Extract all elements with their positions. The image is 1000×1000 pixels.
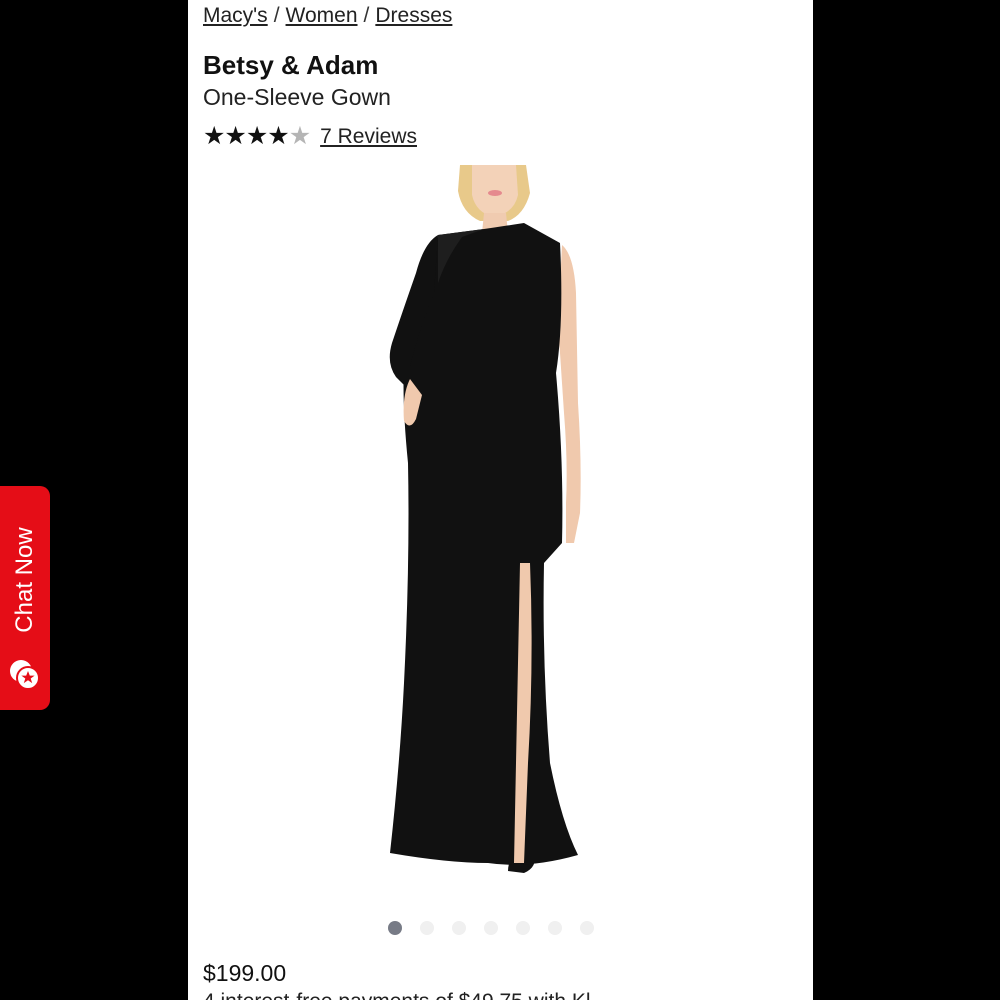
model-in-gown-image [389,165,581,873]
star-icon: ★ [267,122,289,150]
star-outline-icon: ★ [288,122,311,150]
breadcrumb-link-dresses[interactable]: Dresses [375,4,452,27]
carousel-dot[interactable] [452,921,466,935]
carousel-dot[interactable] [420,921,434,935]
image-carousel-indicators [388,921,594,935]
breadcrumb-separator: / [273,4,280,27]
product-image[interactable] [338,163,638,883]
star-icon: ★ [224,122,246,150]
carousel-dot[interactable] [516,921,530,935]
product-title: One-Sleeve Gown [203,84,391,110]
carousel-dot[interactable] [484,921,498,935]
breadcrumb-separator: / [363,4,370,27]
carousel-dot[interactable] [580,921,594,935]
rating-summary: ★ ★ ★ ★ ★ 7 Reviews [203,124,417,149]
installment-info: 4 interest-free payments of $49.75 with … [203,990,591,1000]
brand-name[interactable]: Betsy & Adam [203,50,378,81]
star-rating: ★ ★ ★ ★ ★ [203,122,311,150]
chat-now-label: Chat Now [11,527,38,633]
chat-now-button[interactable]: Chat Now [0,486,50,710]
breadcrumb-link-macys[interactable]: Macy's [203,4,268,27]
breadcrumb-link-women[interactable]: Women [286,4,358,27]
product-page: Macy's / Women / Dresses Betsy & Adam One-Sl… [188,0,813,1000]
star-icon: ★ [245,122,268,150]
chat-bubble-star-icon [10,660,40,690]
product-price: $199.00 [203,960,287,986]
carousel-dot[interactable] [548,921,562,935]
reviews-link[interactable]: 7 Reviews [320,125,417,149]
carousel-dot[interactable] [388,921,402,935]
breadcrumb: Macy's / Women / Dresses [203,4,452,28]
star-icon: ★ [203,122,225,150]
